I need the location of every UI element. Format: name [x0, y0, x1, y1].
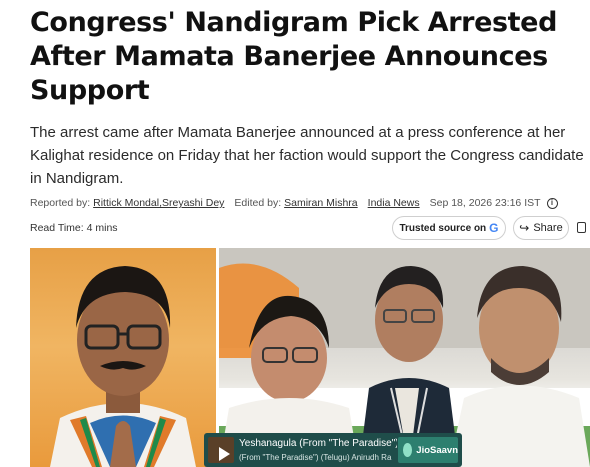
- read-time-value: 4 mins: [86, 222, 118, 234]
- share-label: Share: [533, 222, 563, 234]
- read-time: Read Time: 4 mins: [30, 222, 118, 234]
- play-icon[interactable]: [219, 447, 230, 461]
- edited-by-label: Edited by:: [234, 197, 282, 209]
- publish-date: Sep 18, 2026 23:16 IST: [429, 197, 541, 209]
- album-thumbnail[interactable]: [208, 437, 234, 463]
- share-icon: ↪: [519, 221, 530, 235]
- song-artist: (From "The Paradise") (Telugu) Anirudh R…: [239, 453, 392, 462]
- publisher-link[interactable]: India News: [368, 197, 420, 209]
- trusted-source-label: Trusted source on: [399, 222, 487, 234]
- jiosaavn-logo[interactable]: JioSaavn: [398, 437, 458, 463]
- jiosaavn-icon: [403, 443, 413, 457]
- trusted-source-button[interactable]: Trusted source on G: [392, 216, 506, 240]
- read-time-row: Read Time: 4 mins Trusted source on G ↪ …: [30, 216, 590, 242]
- copy-icon[interactable]: [577, 222, 586, 233]
- article-summary: The arrest came after Mamata Banerjee an…: [30, 124, 584, 187]
- read-time-label: Read Time:: [30, 222, 84, 234]
- google-logo-icon: G: [489, 221, 499, 235]
- editor-link[interactable]: Samiran Mishra: [284, 197, 358, 209]
- reporters-link[interactable]: Rittick Mondal,Sreyashi Dey: [93, 197, 224, 209]
- share-button[interactable]: ↪ Share: [513, 216, 569, 240]
- song-title: Yeshanagula (From "The Paradise") (: [239, 438, 397, 449]
- music-player-bar[interactable]: Yeshanagula (From "The Paradise") ( (Fro…: [204, 433, 462, 467]
- info-icon[interactable]: i: [546, 197, 558, 209]
- article-meta: Reported by: Rittick Mondal,Sreyashi Dey…: [30, 195, 590, 211]
- candidate-photo: [30, 248, 216, 467]
- jiosaavn-label: JioSaavn: [416, 444, 458, 456]
- reported-by-label: Reported by:: [30, 197, 91, 209]
- article-headline: Congress' Nandigram Pick Arrested After …: [30, 7, 558, 106]
